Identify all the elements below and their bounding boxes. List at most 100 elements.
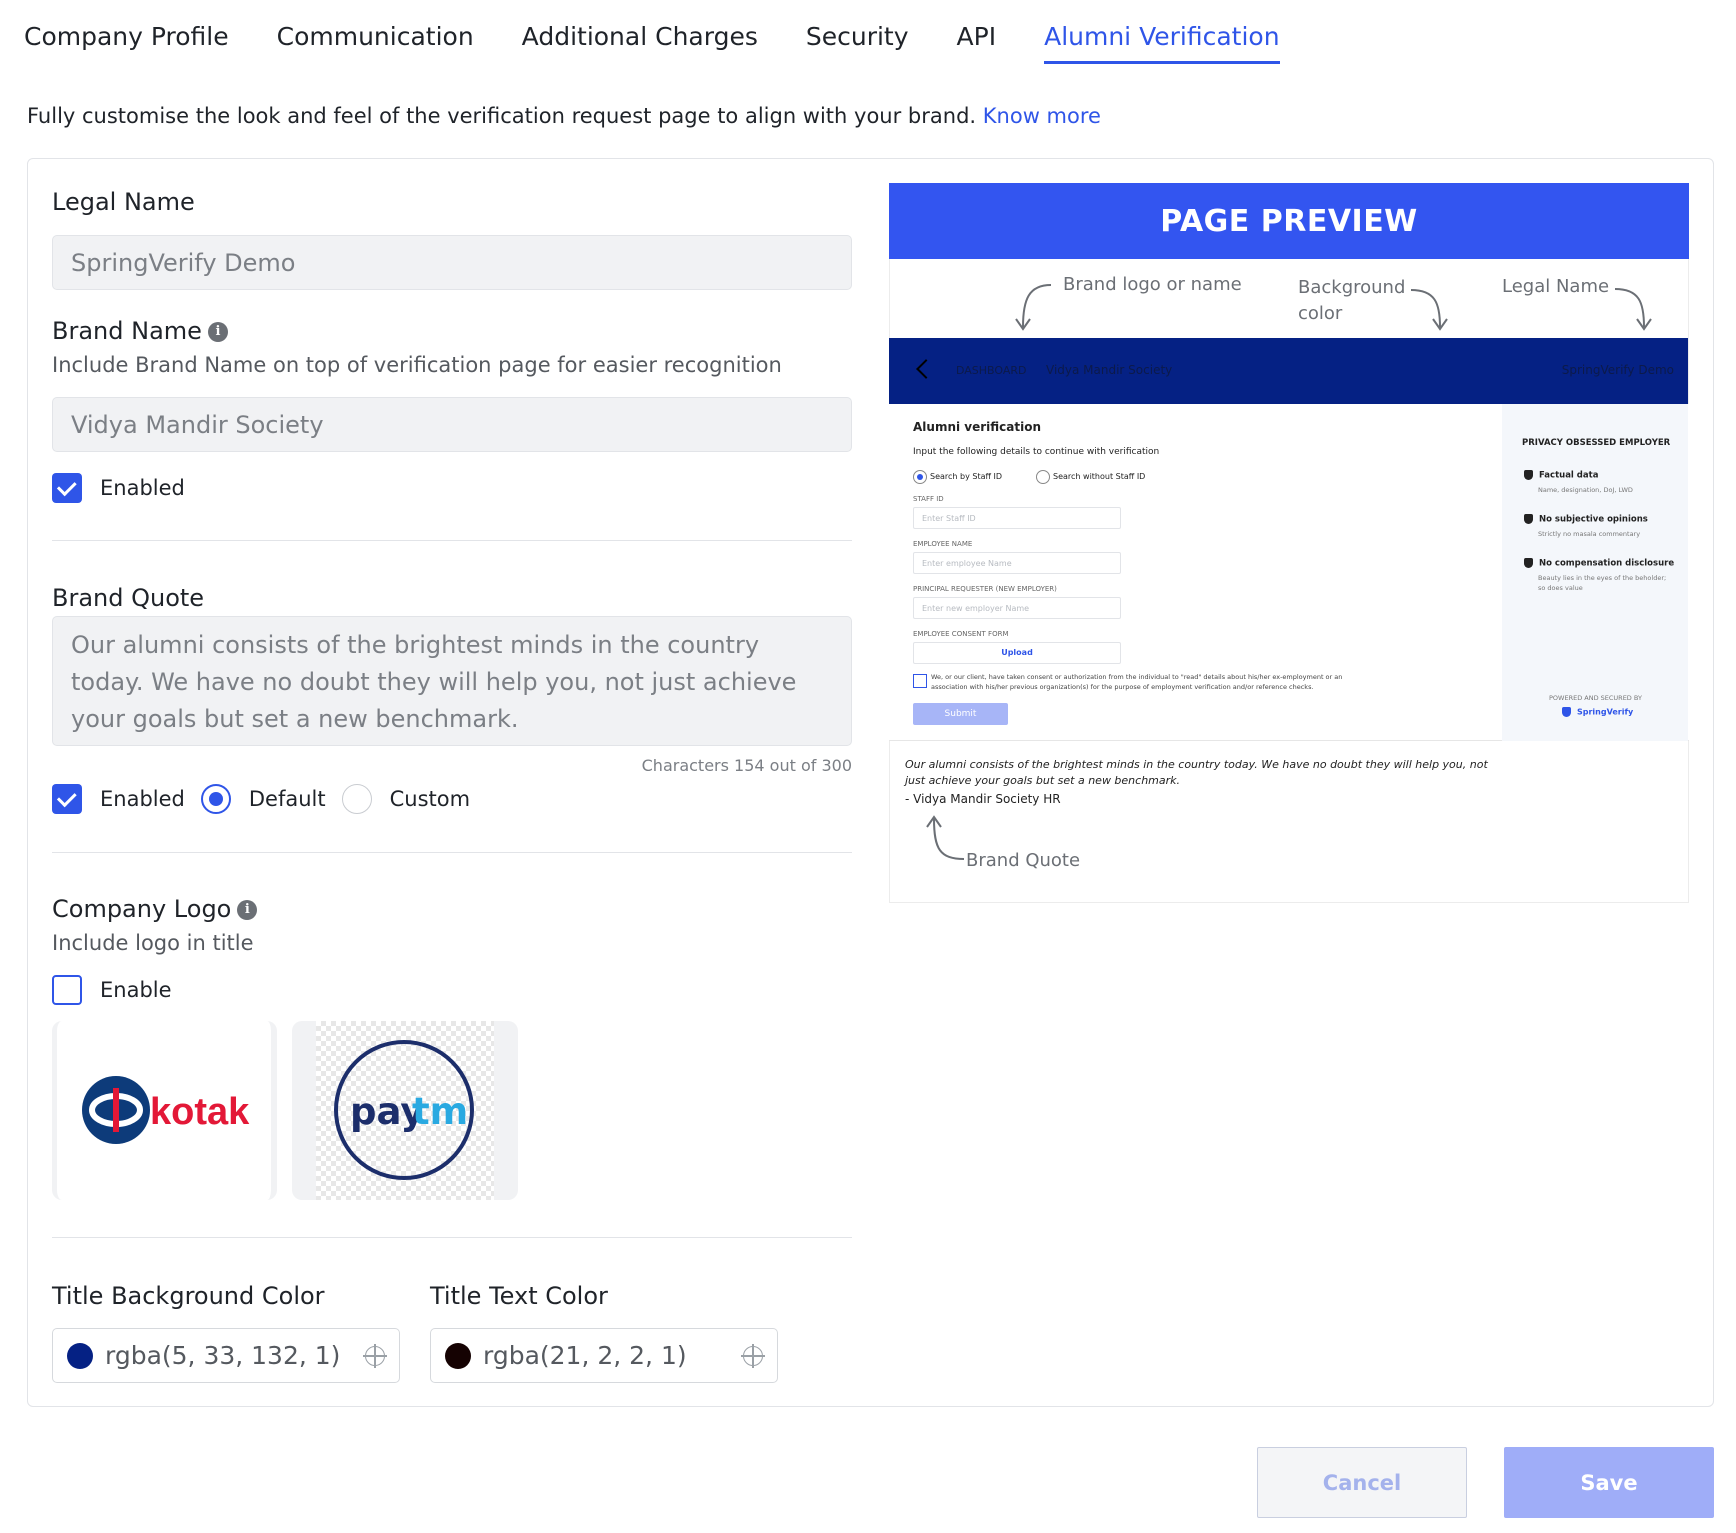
title-bg-color-input[interactable]: rgba(5, 33, 132, 1) xyxy=(52,1328,400,1383)
brand-quote-label: Brand Quote xyxy=(52,584,205,612)
save-button[interactable]: Save xyxy=(1504,1447,1714,1518)
custom-radio[interactable] xyxy=(341,784,372,814)
kotak-logo: kotak xyxy=(82,1076,250,1144)
logo-option-kotak[interactable]: kotak xyxy=(52,1021,277,1200)
annotation-background-color: color xyxy=(1298,303,1343,324)
paytm-logo: pay tm xyxy=(334,1040,474,1180)
character-counter: Characters 154 out of 300 xyxy=(641,756,852,775)
tab-alumni-verification[interactable]: Alumni Verification xyxy=(1044,22,1280,64)
brand-name-enabled-label: Enabled xyxy=(100,476,185,500)
preview-side-title: PRIVACY OBSESSED EMPLOYER xyxy=(1522,438,1671,448)
brand-name-heading: Brand Name i xyxy=(52,317,228,345)
info-icon[interactable]: i xyxy=(237,900,258,920)
default-radio[interactable] xyxy=(200,784,231,814)
settings-tabs: Company Profile Communication Additional… xyxy=(24,22,1280,64)
preview-radio-no-staff xyxy=(1036,470,1050,484)
info-icon[interactable]: i xyxy=(207,322,228,342)
annotation-background: Background xyxy=(1298,277,1406,298)
logo-enable-label: Enable xyxy=(100,978,172,1002)
preview-radio-no-staff-label: Search without Staff ID xyxy=(1053,472,1146,481)
tab-additional-charges[interactable]: Additional Charges xyxy=(522,22,758,64)
brand-quote-enabled-label: Enabled xyxy=(100,787,185,811)
logo-enable-checkbox[interactable] xyxy=(52,975,82,1005)
annotation-brand-logo: Brand logo or name xyxy=(1063,274,1242,295)
brand-name-enabled-row: Enabled xyxy=(52,473,185,503)
title-text-color-input[interactable]: rgba(21, 2, 2, 1) xyxy=(430,1328,778,1383)
preview-springverify-text: SpringVerify xyxy=(1577,707,1634,717)
preview-side-item-title: No compensation disclosure xyxy=(1539,558,1675,569)
arrow-background-icon xyxy=(1410,289,1448,331)
color-picker-icon[interactable] xyxy=(741,1344,765,1368)
logo-option-paytm[interactable]: pay tm xyxy=(292,1021,518,1200)
brand-name-enabled-checkbox[interactable] xyxy=(52,473,82,503)
preview-quote-author: - Vidya Mandir Society HR xyxy=(905,792,1061,806)
preview-brand-quote: Our alumni consists of the brightest min… xyxy=(905,758,1488,787)
tab-communication[interactable]: Communication xyxy=(277,22,474,64)
intro-text: Fully customise the look and feel of the… xyxy=(27,104,1101,128)
company-logo-help: Include logo in title xyxy=(52,931,254,955)
title-bg-color-value: rgba(5, 33, 132, 1) xyxy=(105,1341,341,1370)
preview-side-item-desc: Name, designation, DoJ, LWD xyxy=(1538,486,1633,494)
preview-powered-by: POWERED AND SECURED BY xyxy=(1549,694,1642,702)
preview-sidebar xyxy=(1502,404,1688,741)
preview-upload-label: Upload xyxy=(1001,648,1033,657)
preview-requester-label: PRINCIPAL REQUESTER (NEW EMPLOYER) xyxy=(913,585,1057,593)
preview-side-item-title: Factual data xyxy=(1539,470,1599,481)
preview-upload-box: Upload xyxy=(913,642,1121,664)
preview-employee-name-input: Enter employee Name xyxy=(913,552,1121,574)
preview-side-item-title: No subjective opinions xyxy=(1539,514,1648,525)
preview-staff-id-input: Enter Staff ID xyxy=(913,507,1121,529)
text-color-swatch[interactable] xyxy=(445,1342,471,1369)
custom-radio-label: Custom xyxy=(389,787,471,811)
preview-staff-id-label: STAFF ID xyxy=(913,495,944,503)
arrow-brand-quote-icon xyxy=(926,815,965,860)
legal-name-input[interactable]: SpringVerify Demo xyxy=(52,235,852,290)
preview-consent-label: EMPLOYEE CONSENT FORM xyxy=(913,630,1009,638)
preview-consent-text-2: association with his/her previous organi… xyxy=(931,683,1314,691)
shield-icon xyxy=(1524,558,1533,568)
tab-api[interactable]: API xyxy=(957,22,997,64)
preview-requester-input: Enter new employer Name xyxy=(913,597,1121,619)
title-bg-color-label: Title Background Color xyxy=(52,1282,325,1310)
preview-side-item-desc: Beauty lies in the eyes of the beholder; xyxy=(1538,574,1667,582)
page-preview-header: PAGE PREVIEW xyxy=(889,183,1689,259)
arrow-brand-logo-icon xyxy=(1015,284,1052,331)
brand-name-input[interactable]: Vidya Mandir Society xyxy=(52,397,852,452)
preview-consent-checkbox xyxy=(913,674,927,688)
preview-radio-staff-label: Search by Staff ID xyxy=(930,472,1003,481)
preview-side-item: No subjective opinions xyxy=(1524,514,1648,525)
divider xyxy=(52,852,852,853)
shield-icon xyxy=(1524,514,1533,524)
legal-name-label: Legal Name xyxy=(52,188,195,216)
color-picker-icon[interactable] xyxy=(363,1344,387,1368)
bg-color-swatch[interactable] xyxy=(67,1342,93,1369)
intro-description: Fully customise the look and feel of the… xyxy=(27,104,977,128)
brand-quote-textarea[interactable]: Our alumni consists of the brightest min… xyxy=(52,616,852,746)
preview-legal-name: SpringVerify Demo xyxy=(1561,363,1674,377)
preview-side-item: No compensation disclosure xyxy=(1524,558,1674,569)
annotation-legal-name: Legal Name xyxy=(1502,276,1610,297)
cancel-button[interactable]: Cancel xyxy=(1257,1447,1467,1518)
brand-quote-enabled-checkbox[interactable] xyxy=(52,784,82,814)
preview-side-item-desc: Strictly no masala commentary xyxy=(1538,530,1641,538)
preview-side-item-desc: so does value xyxy=(1538,584,1583,592)
tab-company-profile[interactable]: Company Profile xyxy=(24,22,229,64)
know-more-link[interactable]: Know more xyxy=(983,104,1101,128)
divider xyxy=(52,540,852,541)
logo-enable-row: Enable xyxy=(52,975,172,1005)
company-logo-heading: Company Logo i xyxy=(52,895,258,923)
tab-security[interactable]: Security xyxy=(806,22,909,64)
company-logo-label: Company Logo xyxy=(52,895,232,923)
brand-name-value: Vidya Mandir Society xyxy=(71,410,324,439)
brand-name-label: Brand Name xyxy=(52,317,202,345)
preview-consent-text-1: We, or our client, have taken consent or… xyxy=(931,673,1343,681)
preview-submit-button: Submit xyxy=(913,703,1008,725)
arrow-legal-name-icon xyxy=(1614,288,1652,331)
shield-icon xyxy=(1524,470,1533,480)
preview-form-instructions: Input the following details to continue … xyxy=(913,447,1160,457)
brand-name-help: Include Brand Name on top of verificatio… xyxy=(52,353,782,377)
kotak-wordmark: kotak xyxy=(150,1091,250,1133)
preview-springverify-logo: SpringVerify xyxy=(1562,707,1633,717)
annotation-brand-quote: Brand Quote xyxy=(966,850,1081,871)
preview-brand-name: Vidya Mandir Society xyxy=(1046,363,1173,377)
